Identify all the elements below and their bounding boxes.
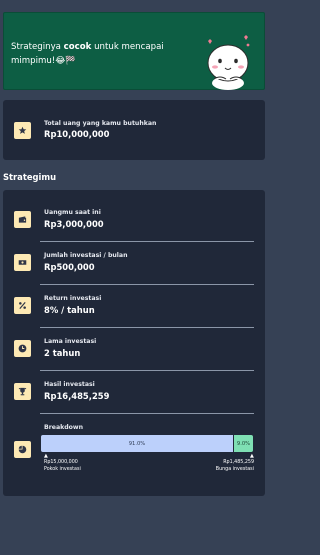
principal-percent: 91.0% (128, 440, 146, 447)
principal-amount: Rp15,000,000 (44, 460, 78, 465)
principal-segment: 91.0% (41, 435, 233, 452)
banner-text-start: Strateginya (11, 42, 64, 52)
banner-message: Strateginya cocok untuk mencapai mimpimu… (11, 40, 191, 68)
investment-result-label: Hasil investasi (44, 381, 95, 388)
interest-name: Bunga investasi (215, 467, 254, 472)
total-value: Rp10,000,000 (44, 129, 110, 139)
monthly-investment-label: Jumlah investasi / bulan (44, 252, 128, 259)
current-money-label: Uangmu saat ini (44, 209, 101, 216)
divider (40, 241, 254, 242)
investment-return-value: 8% / tahun (44, 305, 95, 315)
investment-duration-value: 2 tahun (44, 348, 81, 358)
investment-result-value: Rp16,485,259 (44, 391, 110, 401)
percent-icon (14, 297, 31, 314)
left-marker-icon: ▲ (44, 453, 48, 459)
motivation-banner: Strateginya cocok untuk mencapai mimpimu… (3, 12, 265, 90)
divider (40, 370, 254, 371)
divider (40, 284, 254, 285)
monthly-investment-value: Rp500,000 (44, 262, 95, 272)
investment-return-label: Return investasi (44, 295, 102, 302)
cash-icon (14, 254, 31, 271)
principal-name: Pokok investasi (44, 467, 81, 472)
divider (40, 413, 254, 414)
total-needed-card: Total uang yang kamu butuhkan Rp10,000,0… (3, 100, 265, 160)
breakdown-bar: 91.0% 9.0% (41, 435, 253, 452)
right-marker-icon: ▲ (250, 453, 254, 459)
star-icon (14, 122, 31, 139)
breakdown-label: Breakdown (44, 424, 84, 431)
investment-duration-label: Lama investasi (44, 338, 97, 345)
wallet-icon (14, 211, 31, 228)
strategy-section-title: Strategimu (3, 172, 57, 182)
divider (40, 327, 254, 328)
interest-segment: 9.0% (234, 435, 253, 452)
total-label: Total uang yang kamu butuhkan (44, 120, 157, 127)
current-money-value: Rp3,000,000 (44, 219, 104, 229)
trophy-icon (14, 383, 31, 400)
pie-chart-icon (14, 441, 31, 458)
interest-amount: Rp1,485,259 (223, 460, 254, 465)
mascot-illustration (207, 35, 250, 90)
interest-percent: 9.0% (236, 440, 251, 447)
clock-icon (14, 340, 31, 357)
banner-text-bold: cocok (63, 42, 92, 52)
